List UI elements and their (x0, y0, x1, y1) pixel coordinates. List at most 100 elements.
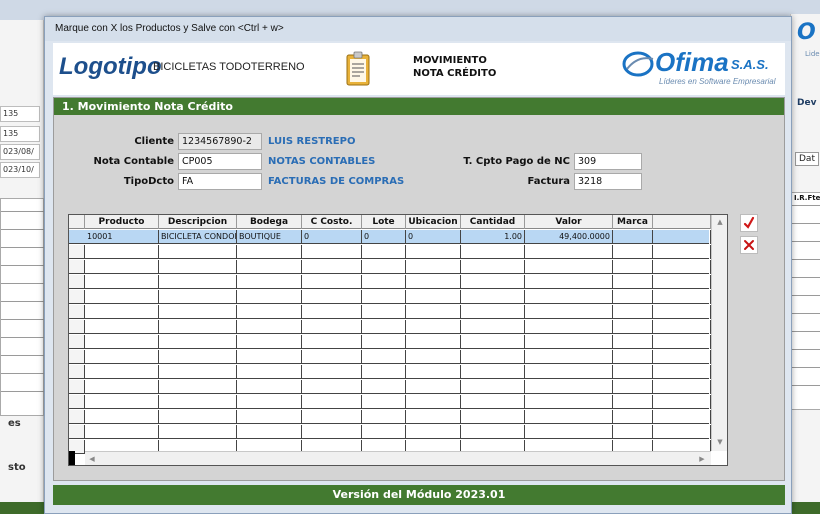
table-cell[interactable] (85, 290, 159, 304)
grid-column-header[interactable]: Valor (525, 215, 613, 229)
table-row[interactable] (69, 245, 711, 259)
scroll-right-icon[interactable]: ▶ (695, 452, 709, 465)
table-cell[interactable] (237, 350, 302, 364)
table-cell[interactable] (613, 395, 653, 409)
table-cell[interactable] (362, 245, 406, 259)
table-cell[interactable] (406, 290, 461, 304)
table-cell[interactable] (613, 350, 653, 364)
table-cell[interactable] (159, 290, 237, 304)
table-cell[interactable] (362, 290, 406, 304)
table-cell[interactable] (653, 245, 711, 259)
table-cell[interactable] (237, 290, 302, 304)
table-cell[interactable] (159, 260, 237, 274)
table-cell[interactable] (237, 320, 302, 334)
table-cell[interactable] (525, 290, 613, 304)
table-cell[interactable] (613, 290, 653, 304)
table-cell[interactable] (461, 395, 525, 409)
table-cell[interactable] (653, 260, 711, 274)
table-row[interactable] (69, 395, 711, 409)
grid-column-header[interactable]: Ubicacion (406, 215, 461, 229)
table-cell[interactable] (85, 410, 159, 424)
table-cell[interactable] (237, 425, 302, 439)
delete-button[interactable] (740, 236, 758, 254)
table-cell[interactable] (406, 425, 461, 439)
table-cell[interactable]: 0 (302, 230, 362, 244)
background-button[interactable]: Dat (795, 152, 819, 166)
table-cell[interactable] (653, 305, 711, 319)
table-cell[interactable] (302, 365, 362, 379)
table-cell[interactable] (302, 275, 362, 289)
table-cell[interactable] (237, 305, 302, 319)
table-cell[interactable] (159, 365, 237, 379)
table-cell[interactable] (406, 245, 461, 259)
table-cell[interactable] (237, 410, 302, 424)
table-cell[interactable] (159, 305, 237, 319)
table-cell[interactable] (406, 305, 461, 319)
table-cell[interactable] (237, 395, 302, 409)
table-cell[interactable] (653, 230, 711, 244)
table-cell[interactable] (461, 410, 525, 424)
table-cell[interactable] (613, 380, 653, 394)
products-grid[interactable]: Producto Descripcion Bodega C Costo. Lot… (68, 214, 728, 466)
table-cell[interactable] (362, 395, 406, 409)
table-cell[interactable] (461, 245, 525, 259)
table-cell[interactable] (159, 410, 237, 424)
table-row[interactable] (69, 410, 711, 424)
table-cell[interactable] (406, 320, 461, 334)
table-cell[interactable] (525, 260, 613, 274)
table-cell[interactable] (237, 245, 302, 259)
table-cell[interactable] (302, 245, 362, 259)
table-cell[interactable] (302, 395, 362, 409)
table-cell[interactable] (362, 380, 406, 394)
grid-column-header[interactable]: Producto (85, 215, 159, 229)
table-cell[interactable] (85, 320, 159, 334)
grid-column-header[interactable]: Bodega (237, 215, 302, 229)
table-row[interactable] (69, 320, 711, 334)
cliente-field[interactable]: 1234567890-2 (178, 133, 262, 150)
table-cell[interactable] (85, 425, 159, 439)
table-cell[interactable] (362, 305, 406, 319)
scroll-left-icon[interactable]: ◀ (85, 452, 99, 465)
confirm-button[interactable] (740, 214, 758, 232)
table-cell[interactable] (461, 320, 525, 334)
table-cell[interactable] (461, 380, 525, 394)
table-row[interactable] (69, 305, 711, 319)
table-cell[interactable] (362, 425, 406, 439)
table-cell[interactable] (613, 230, 653, 244)
table-row[interactable] (69, 380, 711, 394)
table-cell[interactable] (85, 380, 159, 394)
table-cell[interactable] (85, 305, 159, 319)
table-cell[interactable] (302, 335, 362, 349)
table-row[interactable]: 10001 BICICLETA CONDOR BOUTIQUE 0 0 0 1.00 49,4… (69, 230, 711, 244)
table-cell[interactable] (525, 245, 613, 259)
table-cell[interactable]: 49,400.0000 (525, 230, 613, 244)
table-row[interactable] (69, 425, 711, 439)
grid-vertical-scrollbar[interactable]: ▲ ▼ (711, 215, 727, 451)
grid-column-header[interactable]: C Costo. (302, 215, 362, 229)
table-cell[interactable] (406, 395, 461, 409)
table-cell[interactable] (406, 260, 461, 274)
table-cell[interactable] (237, 260, 302, 274)
tipodcto-field[interactable]: FA (178, 173, 262, 190)
table-cell[interactable] (525, 275, 613, 289)
table-cell[interactable]: 0 (362, 230, 406, 244)
table-cell[interactable] (525, 365, 613, 379)
table-cell[interactable] (85, 350, 159, 364)
table-cell[interactable] (653, 380, 711, 394)
nota-contable-field[interactable]: CP005 (178, 153, 262, 170)
table-cell[interactable] (461, 365, 525, 379)
table-cell[interactable] (525, 305, 613, 319)
table-row[interactable] (69, 350, 711, 364)
scroll-down-icon[interactable]: ▼ (713, 435, 727, 449)
table-cell[interactable] (159, 245, 237, 259)
table-cell[interactable] (406, 410, 461, 424)
table-row[interactable] (69, 260, 711, 274)
table-cell[interactable] (85, 260, 159, 274)
table-row[interactable] (69, 365, 711, 379)
table-cell[interactable] (653, 350, 711, 364)
table-cell[interactable] (653, 275, 711, 289)
tcpto-field[interactable]: 309 (574, 153, 642, 170)
table-cell[interactable] (653, 335, 711, 349)
grid-column-header[interactable]: Lote (362, 215, 406, 229)
table-cell[interactable] (159, 275, 237, 289)
